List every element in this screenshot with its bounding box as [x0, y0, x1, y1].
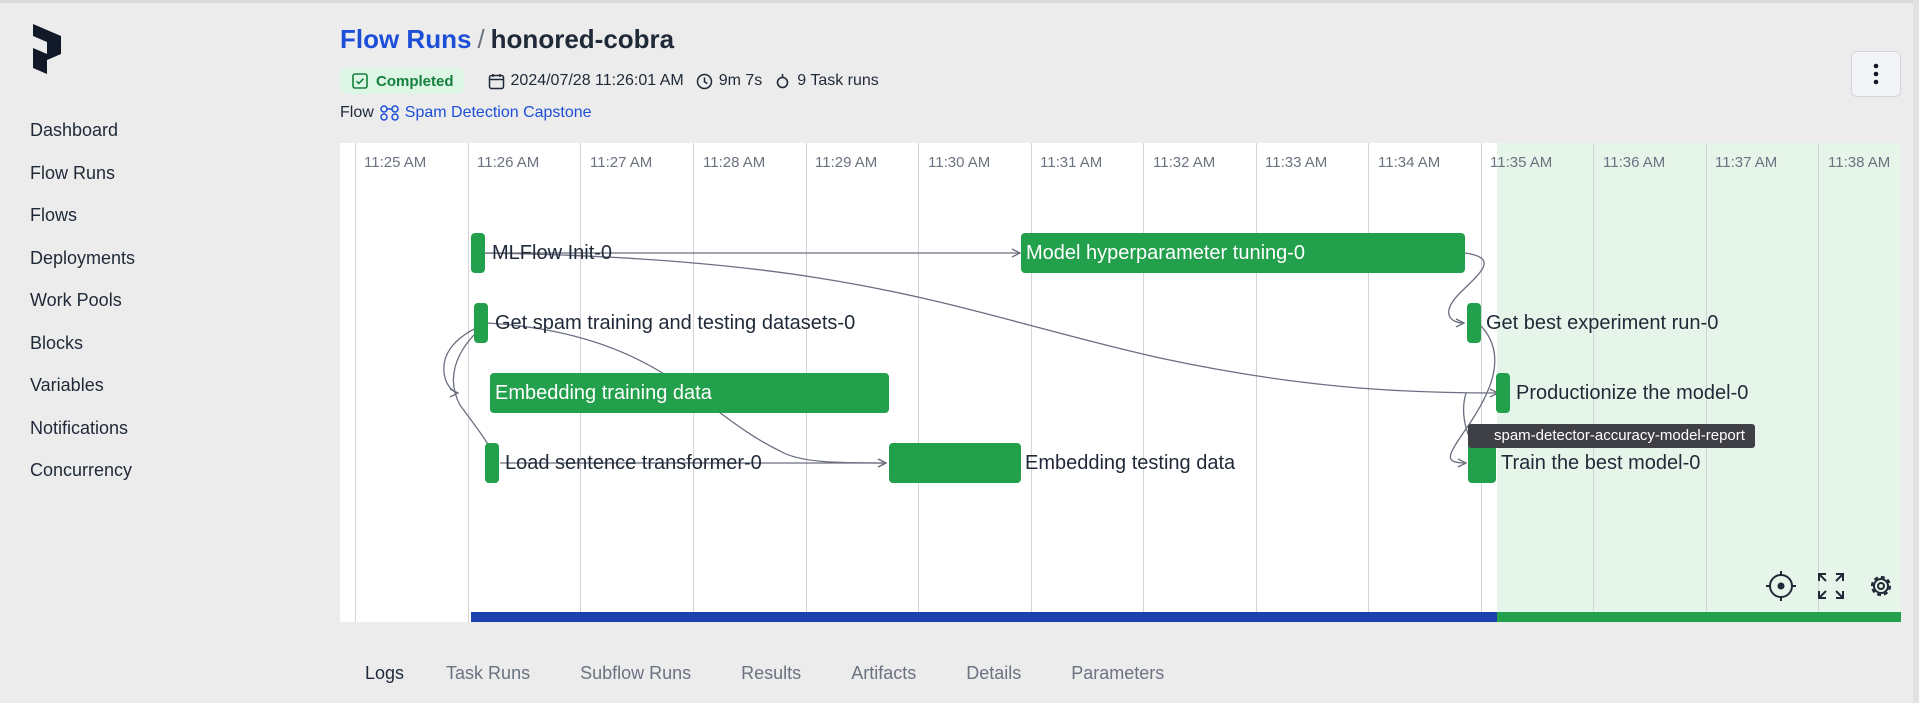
- sidebar-item-concurrency[interactable]: Concurrency: [30, 456, 135, 499]
- breadcrumb-separator: /: [477, 24, 485, 54]
- tab-task-runs[interactable]: Task Runs: [446, 663, 530, 684]
- settings-icon: [1870, 575, 1892, 597]
- sidebar-item-deployments[interactable]: Deployments: [30, 244, 135, 287]
- flow-name: Spam Detection Capstone: [404, 104, 592, 121]
- timeline-progress-now: [1497, 612, 1901, 622]
- task-runs-count: 9 Task runs: [774, 72, 879, 90]
- tab-artifacts[interactable]: Artifacts: [851, 663, 916, 684]
- status-badge: Completed: [340, 68, 464, 94]
- edge: [452, 322, 494, 464]
- flow-reference: Flow Spam Detection Capstone: [340, 104, 592, 122]
- start-time-value: 2024/07/28 11:26:01 AM: [510, 72, 684, 89]
- prefect-logo-icon[interactable]: [30, 24, 64, 74]
- sidebar-item-dashboard[interactable]: Dashboard: [30, 116, 135, 159]
- task-run-icon: [776, 73, 789, 88]
- recenter-button[interactable]: [1765, 570, 1797, 602]
- kebab-menu-button[interactable]: [1851, 51, 1901, 97]
- tab-logs[interactable]: Logs: [365, 663, 404, 684]
- artifact-badge[interactable]: spam-detector-accuracy-model-report: [1468, 424, 1755, 448]
- tab-subflow-runs[interactable]: Subflow Runs: [580, 663, 691, 684]
- task-bar-get-best-experiment-run[interactable]: [1467, 303, 1481, 343]
- sidebar-item-flows[interactable]: Flows: [30, 201, 135, 244]
- flow-icon: [380, 105, 399, 121]
- sidebar-item-notifications[interactable]: Notifications: [30, 414, 135, 457]
- task-bar-embedding-testing-data[interactable]: [889, 443, 1021, 483]
- task-label-embedding-testing-data[interactable]: Embedding testing data: [1025, 443, 1235, 483]
- kebab-menu-icon: [1873, 63, 1879, 85]
- task-label-model-hyperparameter-tuning: Model hyperparameter tuning-0: [1026, 242, 1306, 264]
- tab-parameters[interactable]: Parameters: [1071, 663, 1164, 684]
- sidebar-item-flow-runs[interactable]: Flow Runs: [30, 159, 135, 202]
- task-label-mlflow-init[interactable]: MLFlow Init-0: [492, 233, 612, 273]
- calendar-icon: [488, 73, 504, 89]
- start-time: 2024/07/28 11:26:01 AM: [488, 72, 684, 90]
- duration: 9m 7s: [696, 72, 763, 90]
- task-label-embedding-training-data: Embedding training data: [495, 382, 712, 404]
- sidebar: Dashboard Flow Runs Flows Deployments Wo…: [0, 0, 300, 703]
- breadcrumb: Flow Runs / honored-cobra: [340, 24, 674, 55]
- task-bar-train-best-model[interactable]: [1468, 443, 1496, 483]
- settings-button[interactable]: [1865, 570, 1897, 602]
- recenter-icon: [1766, 571, 1796, 601]
- sidebar-nav: Dashboard Flow Runs Flows Deployments Wo…: [30, 116, 135, 499]
- status-label: Completed: [376, 72, 454, 90]
- task-label-get-best-experiment-run[interactable]: Get best experiment run-0: [1486, 303, 1718, 343]
- task-bar-embedding-training-data[interactable]: Embedding training data: [490, 373, 889, 413]
- page-title: honored-cobra: [490, 24, 675, 54]
- flow-run-timeline[interactable]: 11:25 AM 11:26 AM 11:27 AM 11:28 AM 11:2…: [340, 143, 1901, 622]
- task-bar-mlflow-init[interactable]: [471, 233, 485, 273]
- fullscreen-icon: [1818, 573, 1844, 599]
- task-bar-productionize-model[interactable]: [1496, 373, 1510, 413]
- page-scrollbar[interactable]: [1913, 0, 1919, 703]
- task-label-train-best-model[interactable]: Train the best model-0: [1501, 443, 1700, 483]
- tab-details[interactable]: Details: [966, 663, 1021, 684]
- sidebar-item-blocks[interactable]: Blocks: [30, 329, 135, 372]
- task-label-productionize-model[interactable]: Productionize the model-0: [1516, 373, 1748, 413]
- task-label-get-datasets[interactable]: Get spam training and testing datasets-0: [495, 303, 855, 343]
- sidebar-item-variables[interactable]: Variables: [30, 371, 135, 414]
- timeline-progress-past: [471, 612, 1497, 622]
- run-tabs: Logs Task Runs Subflow Runs Results Arti…: [365, 663, 1164, 684]
- task-bar-model-hyperparameter-tuning[interactable]: Model hyperparameter tuning-0: [1021, 233, 1465, 273]
- sidebar-item-work-pools[interactable]: Work Pools: [30, 286, 135, 329]
- task-label-load-sentence-transformer[interactable]: Load sentence transformer-0: [505, 443, 762, 483]
- flow-link[interactable]: Spam Detection Capstone: [380, 104, 592, 122]
- task-runs-value: 9 Task runs: [797, 72, 879, 89]
- flow-prefix: Flow: [340, 104, 374, 121]
- task-bar-get-datasets[interactable]: [474, 303, 488, 343]
- tab-results[interactable]: Results: [741, 663, 801, 684]
- run-meta: Completed 2024/07/28 11:26:01 AM 9m 7s 9…: [340, 68, 891, 94]
- fullscreen-button[interactable]: [1815, 570, 1847, 602]
- check-square-icon: [352, 73, 368, 89]
- duration-value: 9m 7s: [718, 72, 763, 89]
- clock-icon: [696, 73, 712, 89]
- breadcrumb-flow-runs-link[interactable]: Flow Runs: [340, 24, 471, 54]
- task-bar-load-sentence-transformer[interactable]: [485, 443, 499, 483]
